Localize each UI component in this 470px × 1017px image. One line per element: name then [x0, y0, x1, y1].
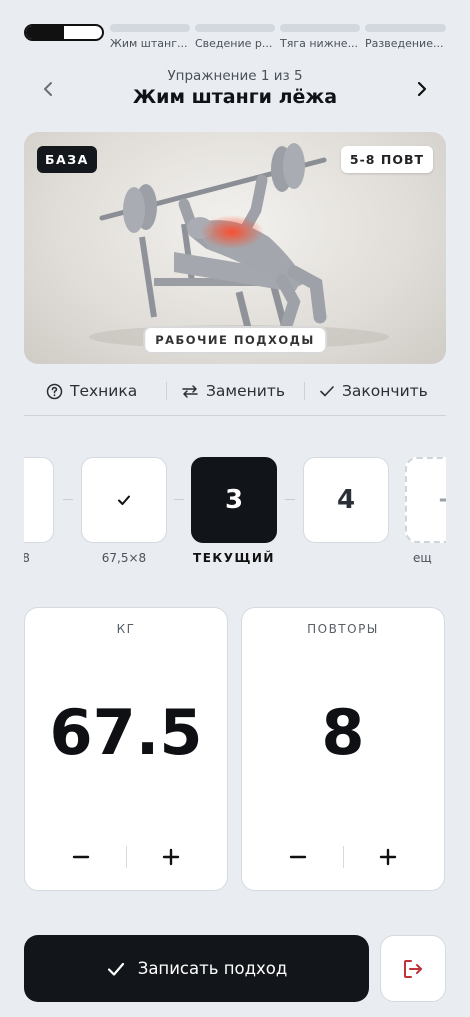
- exit-icon: [404, 959, 422, 978]
- check-icon: [118, 495, 130, 505]
- exercise-actions: Техника Заменить Закончить: [24, 378, 446, 404]
- set-label-previous: ×8: [24, 551, 30, 565]
- progress-segment-4[interactable]: Разведение...: [365, 24, 446, 54]
- check-icon: [107, 962, 124, 976]
- weight-decrement-button[interactable]: [51, 842, 111, 872]
- finish-button[interactable]: Закончить: [319, 378, 428, 404]
- weight-increment-button[interactable]: [141, 842, 201, 872]
- exercise-counter: Упражнение 1 из 5: [167, 68, 303, 84]
- weight-card: КГ 67.5: [24, 607, 228, 891]
- chevron-right-icon: [417, 81, 427, 97]
- technique-button[interactable]: Техника: [46, 378, 137, 404]
- divider: [24, 415, 446, 416]
- replace-label: Заменить: [206, 382, 286, 400]
- exercise-type-badge: БАЗА: [37, 146, 97, 173]
- set-card-completed[interactable]: [81, 457, 167, 543]
- add-set-button[interactable]: +: [405, 457, 446, 543]
- plus-icon: +: [437, 485, 446, 515]
- set-card-next[interactable]: 4: [303, 457, 389, 543]
- reps-card: ПОВТОРЫ 8: [241, 607, 445, 891]
- set-card-previous[interactable]: [24, 457, 54, 543]
- set-label-extra: ещ: [413, 551, 432, 565]
- rep-range-badge: 5-8 ПОВТ: [340, 146, 433, 173]
- record-set-label: Записать подход: [137, 959, 288, 978]
- minus-icon: [72, 855, 90, 859]
- progress-fill: [26, 26, 64, 39]
- progress-segment-3[interactable]: Тяга нижне...: [280, 24, 360, 54]
- plus-icon: [162, 848, 180, 866]
- technique-label: Техника: [70, 382, 138, 400]
- minus-icon: [289, 855, 307, 859]
- record-set-button[interactable]: Записать подход: [24, 935, 369, 1002]
- reps-value[interactable]: 8: [242, 696, 444, 769]
- swap-icon: [182, 384, 198, 398]
- set-current-number: 3: [224, 485, 244, 515]
- finish-label: Закончить: [342, 382, 428, 400]
- plus-icon: [379, 848, 397, 866]
- reps-increment-button[interactable]: [358, 842, 418, 872]
- check-icon: [320, 386, 334, 397]
- set-next-number: 4: [336, 485, 356, 515]
- weight-stepper: [25, 842, 227, 872]
- reps-label: ПОВТОРЫ: [307, 622, 379, 636]
- exercise-progress: Жим штанг... Сведение р... Тяга нижне...…: [24, 24, 446, 54]
- help-circle-icon: [46, 383, 63, 399]
- exercise-illustration[interactable]: БАЗА 5-8 ПОВТ РАБОЧИЕ ПОДХОДЫ: [24, 132, 446, 364]
- exit-workout-button[interactable]: [380, 935, 446, 1002]
- set-carousel[interactable]: ×8 67,5×8 3 ТЕКУЩИЙ 4 + ещ: [24, 440, 446, 580]
- reps-stepper: [242, 842, 444, 872]
- progress-segment-1[interactable]: Жим штанг...: [110, 24, 190, 54]
- exercise-header: Упражнение 1 из 5 Жим штанги лёжа: [0, 64, 470, 114]
- set-card-current[interactable]: 3: [191, 457, 277, 543]
- progress-segment-2[interactable]: Сведение р...: [195, 24, 275, 54]
- working-sets-badge: РАБОЧИЕ ПОДХОДЫ: [143, 326, 327, 354]
- set-label-current: ТЕКУЩИЙ: [193, 551, 275, 565]
- progress-segment-current[interactable]: [24, 24, 104, 41]
- weight-label: КГ: [116, 622, 136, 636]
- reps-decrement-button[interactable]: [268, 842, 328, 872]
- replace-button[interactable]: Заменить: [181, 378, 285, 404]
- weight-value[interactable]: 67.5: [25, 696, 227, 769]
- set-label-completed: 67,5×8: [101, 551, 147, 565]
- next-exercise-button[interactable]: [406, 74, 436, 104]
- exercise-title: Жим штанги лёжа: [132, 86, 338, 108]
